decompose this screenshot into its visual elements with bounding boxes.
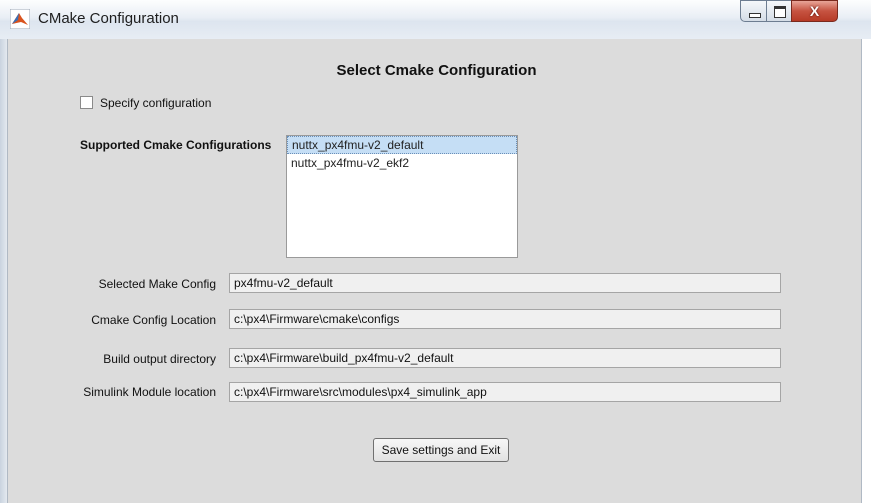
cmake-configuration-window: CMake Configuration X Select Cmake Confi… <box>0 0 871 503</box>
list-item[interactable]: nuttx_px4fmu-v2_default <box>287 136 517 154</box>
maximize-icon <box>774 6 786 18</box>
matlab-icon <box>10 9 30 29</box>
simulink-module-location-field[interactable]: c:\px4\Firmware\src\modules\px4_simulink… <box>229 382 781 402</box>
window-title: CMake Configuration <box>38 10 179 27</box>
list-item[interactable]: nuttx_px4fmu-v2_ekf2 <box>287 154 517 172</box>
page-title: Select Cmake Configuration <box>336 62 537 79</box>
save-settings-button[interactable]: Save settings and Exit <box>373 438 509 462</box>
title-bar[interactable]: CMake Configuration X <box>0 0 871 40</box>
window-left-border <box>0 39 8 503</box>
specify-configuration-label[interactable]: Specify configuration <box>100 96 211 110</box>
minimize-button[interactable] <box>740 0 767 22</box>
selected-make-config-field[interactable]: px4fmu-v2_default <box>229 273 781 293</box>
maximize-button[interactable] <box>766 0 792 22</box>
supported-configs-listbox[interactable]: nuttx_px4fmu-v2_default nuttx_px4fmu-v2_… <box>286 135 518 258</box>
window-right-border <box>861 39 871 503</box>
supported-configs-label: Supported Cmake Configurations <box>80 138 272 152</box>
build-output-directory-field[interactable]: c:\px4\Firmware\build_px4fmu-v2_default <box>229 348 781 368</box>
cmake-config-location-label: Cmake Config Location <box>91 313 216 327</box>
close-icon: X <box>809 3 820 19</box>
cmake-config-location-field[interactable]: c:\px4\Firmware\cmake\configs <box>229 309 781 329</box>
minimize-icon <box>749 13 761 18</box>
selected-make-config-label: Selected Make Config <box>98 277 216 291</box>
simulink-module-location-label: Simulink Module location <box>83 385 216 399</box>
close-button[interactable]: X <box>791 0 838 22</box>
build-output-directory-label: Build output directory <box>103 352 216 366</box>
specify-configuration-checkbox[interactable] <box>80 96 93 109</box>
